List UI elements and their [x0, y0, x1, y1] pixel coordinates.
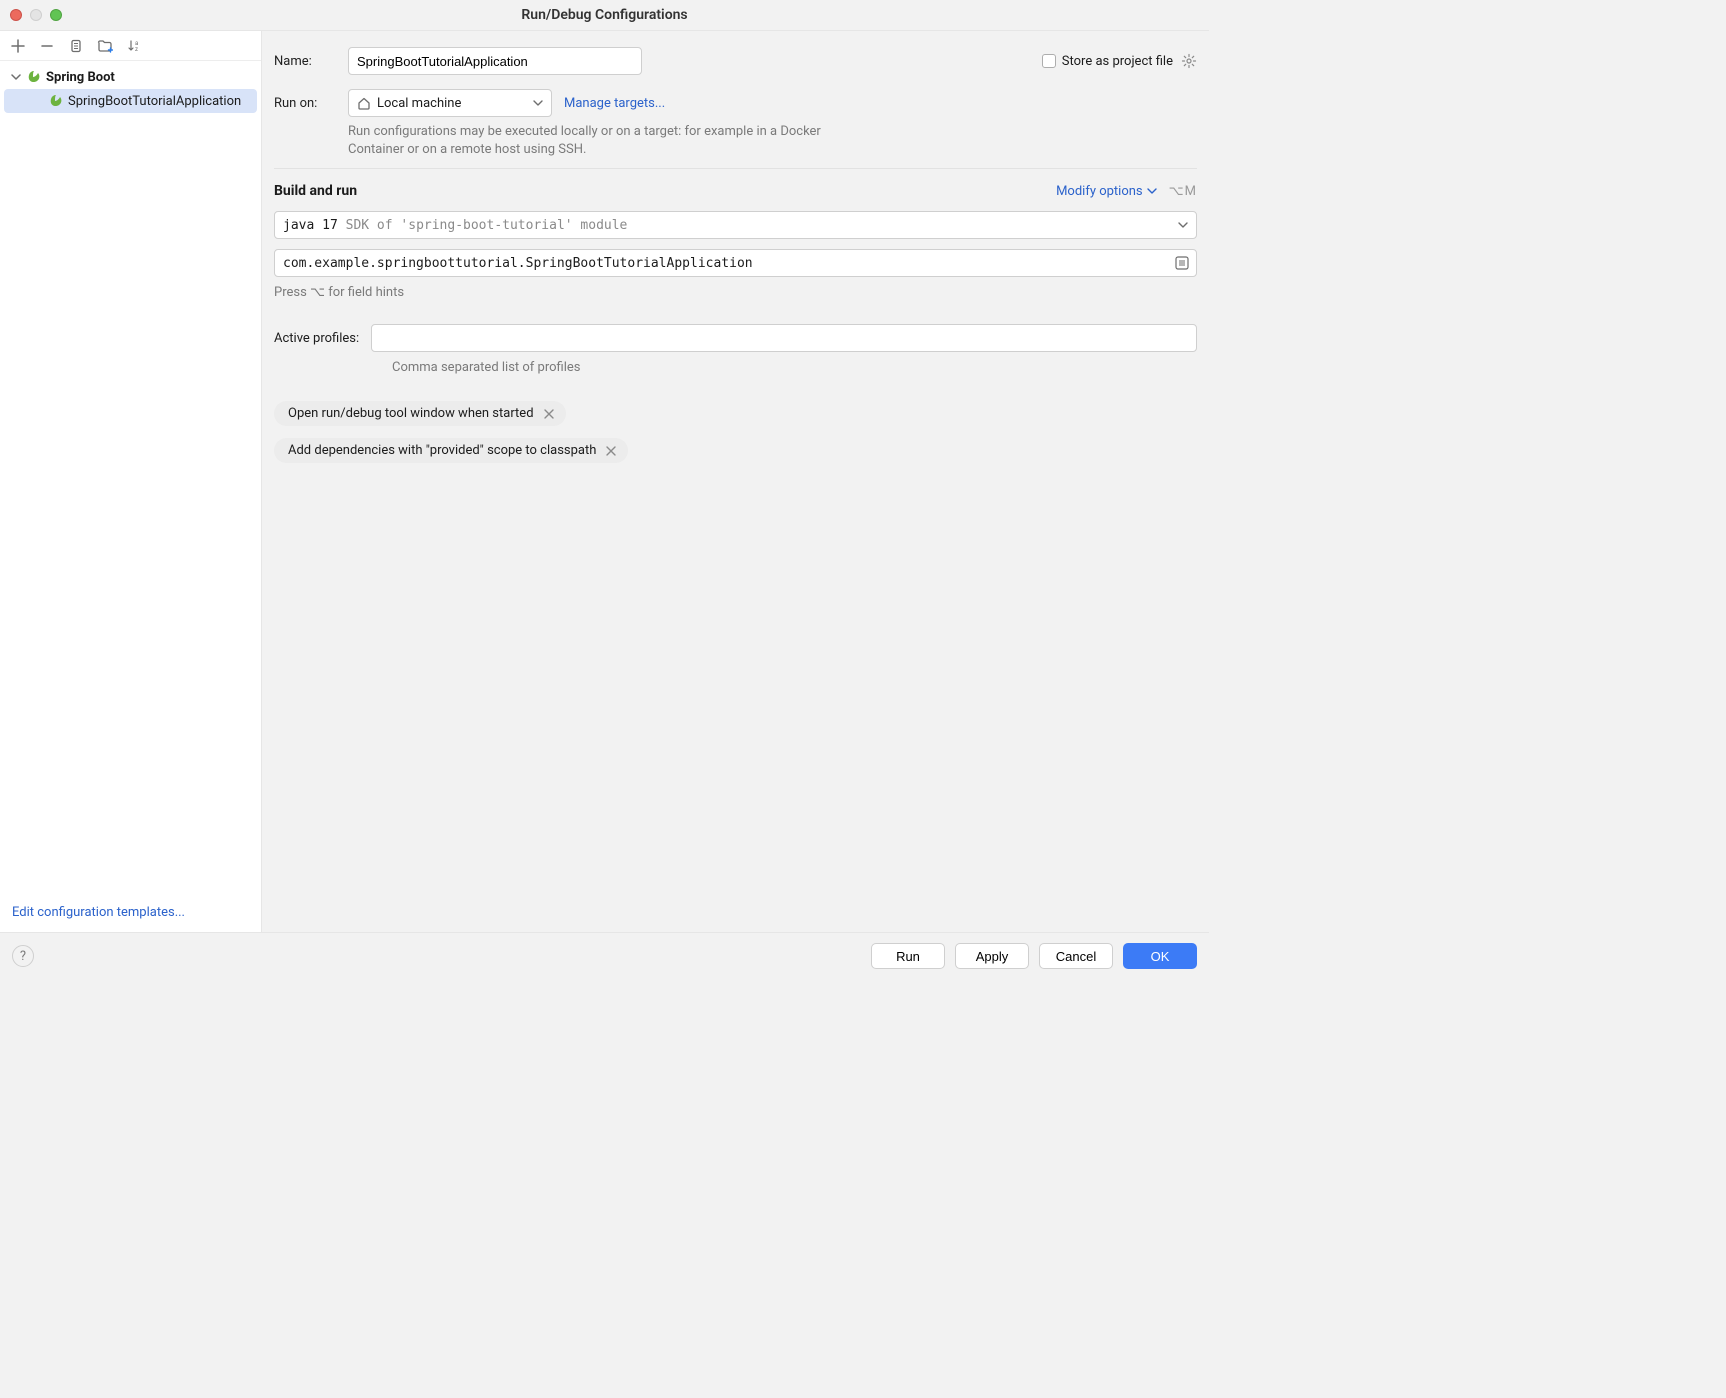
remove-config-button[interactable]	[39, 38, 55, 54]
active-profiles-hint: Comma separated list of profiles	[392, 360, 1197, 375]
close-icon	[544, 409, 554, 419]
chip-open-tool-window[interactable]: Open run/debug tool window when started	[274, 401, 566, 426]
run-on-select[interactable]: Local machine	[348, 89, 552, 117]
configurations-tree: Spring Boot SpringBootTutorialApplicatio…	[0, 61, 261, 897]
spring-boot-icon	[26, 69, 42, 85]
close-window-button[interactable]	[10, 9, 22, 21]
edit-templates-link[interactable]: Edit configuration templates...	[12, 905, 185, 920]
name-label: Name:	[274, 54, 348, 69]
remove-chip-button[interactable]	[606, 446, 616, 456]
copy-icon	[69, 39, 83, 53]
chip-provided-scope[interactable]: Add dependencies with "provided" scope t…	[274, 438, 628, 463]
apply-button[interactable]: Apply	[955, 943, 1029, 969]
name-row: Name: Store as project file	[274, 47, 1197, 75]
configuration-editor: Name: Store as project file Run on:	[262, 31, 1209, 932]
close-icon	[606, 446, 616, 456]
active-profiles-input[interactable]	[371, 324, 1197, 352]
modify-options-label: Modify options	[1056, 184, 1143, 199]
modify-options-link[interactable]: Modify options	[1056, 184, 1157, 199]
run-debug-configurations-dialog: Run/Debug Configurations az	[0, 0, 1209, 979]
folder-plus-icon	[97, 39, 113, 53]
active-profiles-row: Active profiles:	[274, 324, 1197, 352]
dialog-body: az Spring Boot SpringBoo	[0, 30, 1209, 933]
titlebar: Run/Debug Configurations	[0, 0, 1209, 30]
help-button[interactable]: ?	[12, 945, 34, 967]
sdk-select[interactable]: java 17 SDK of 'spring-boot-tutorial' mo…	[274, 211, 1197, 239]
chevron-down-icon	[1178, 220, 1188, 230]
run-on-value: Local machine	[377, 96, 461, 111]
configurations-sidebar: az Spring Boot SpringBoo	[0, 31, 262, 932]
remove-chip-button[interactable]	[544, 409, 554, 419]
main-class-value: com.example.springboottutorial.SpringBoo…	[283, 256, 1168, 271]
help-icon: ?	[20, 949, 26, 964]
active-profiles-label: Active profiles:	[274, 331, 359, 346]
copy-config-button[interactable]	[68, 38, 84, 54]
main-class-field[interactable]: com.example.springboottutorial.SpringBoo…	[274, 249, 1197, 277]
run-on-hint: Run configurations may be executed local…	[348, 123, 848, 158]
config-group-spring-boot[interactable]: Spring Boot	[0, 65, 261, 89]
cancel-button[interactable]: Cancel	[1039, 943, 1113, 969]
dialog-button-bar: ? Run Apply Cancel OK	[0, 933, 1209, 979]
chevron-down-icon	[10, 71, 22, 83]
spring-boot-icon	[48, 93, 64, 109]
chevron-down-icon	[1147, 186, 1157, 196]
home-icon	[357, 96, 371, 110]
config-item-springboot-tutorial[interactable]: SpringBootTutorialApplication	[4, 89, 257, 113]
save-to-folder-button[interactable]	[97, 38, 113, 54]
svg-text:z: z	[135, 46, 138, 53]
options-chips: Open run/debug tool window when started …	[274, 401, 1197, 463]
sidebar-footer: Edit configuration templates...	[0, 897, 261, 932]
window-controls	[10, 9, 62, 21]
ok-button[interactable]: OK	[1123, 943, 1197, 969]
run-on-row: Run on: Local machine Manage targets...	[274, 89, 1197, 117]
chip-label: Open run/debug tool window when started	[288, 406, 534, 421]
chevron-down-icon	[533, 98, 543, 108]
run-on-label: Run on:	[274, 96, 348, 111]
store-checkbox[interactable]	[1042, 54, 1056, 68]
separator	[274, 168, 1197, 169]
chip-label: Add dependencies with "provided" scope t…	[288, 443, 596, 458]
name-input[interactable]	[348, 47, 642, 75]
sort-icon: az	[127, 39, 141, 53]
sort-config-button[interactable]: az	[126, 38, 142, 54]
build-and-run-title: Build and run	[274, 183, 357, 199]
gear-icon[interactable]	[1181, 53, 1197, 69]
dialog-title: Run/Debug Configurations	[0, 7, 1209, 23]
run-button[interactable]: Run	[871, 943, 945, 969]
minimize-window-button[interactable]	[30, 9, 42, 21]
field-hints-text: Press ⌥ for field hints	[274, 285, 1197, 300]
maximize-window-button[interactable]	[50, 9, 62, 21]
add-config-button[interactable]	[10, 38, 26, 54]
sidebar-toolbar: az	[0, 31, 261, 61]
config-group-label: Spring Boot	[46, 70, 115, 85]
manage-targets-link[interactable]: Manage targets...	[564, 96, 665, 111]
sdk-module-suffix: SDK of 'spring-boot-tutorial' module	[338, 218, 628, 233]
browse-class-button[interactable]	[1174, 255, 1190, 271]
minus-icon	[40, 39, 54, 53]
modify-options-shortcut: ⌥M	[1169, 184, 1197, 199]
sdk-name: java 17	[283, 218, 338, 233]
build-and-run-header: Build and run Modify options ⌥M	[274, 183, 1197, 199]
store-as-project-file[interactable]: Store as project file	[1042, 53, 1197, 69]
config-item-label: SpringBootTutorialApplication	[68, 94, 241, 109]
plus-icon	[11, 39, 25, 53]
store-label: Store as project file	[1062, 54, 1173, 69]
